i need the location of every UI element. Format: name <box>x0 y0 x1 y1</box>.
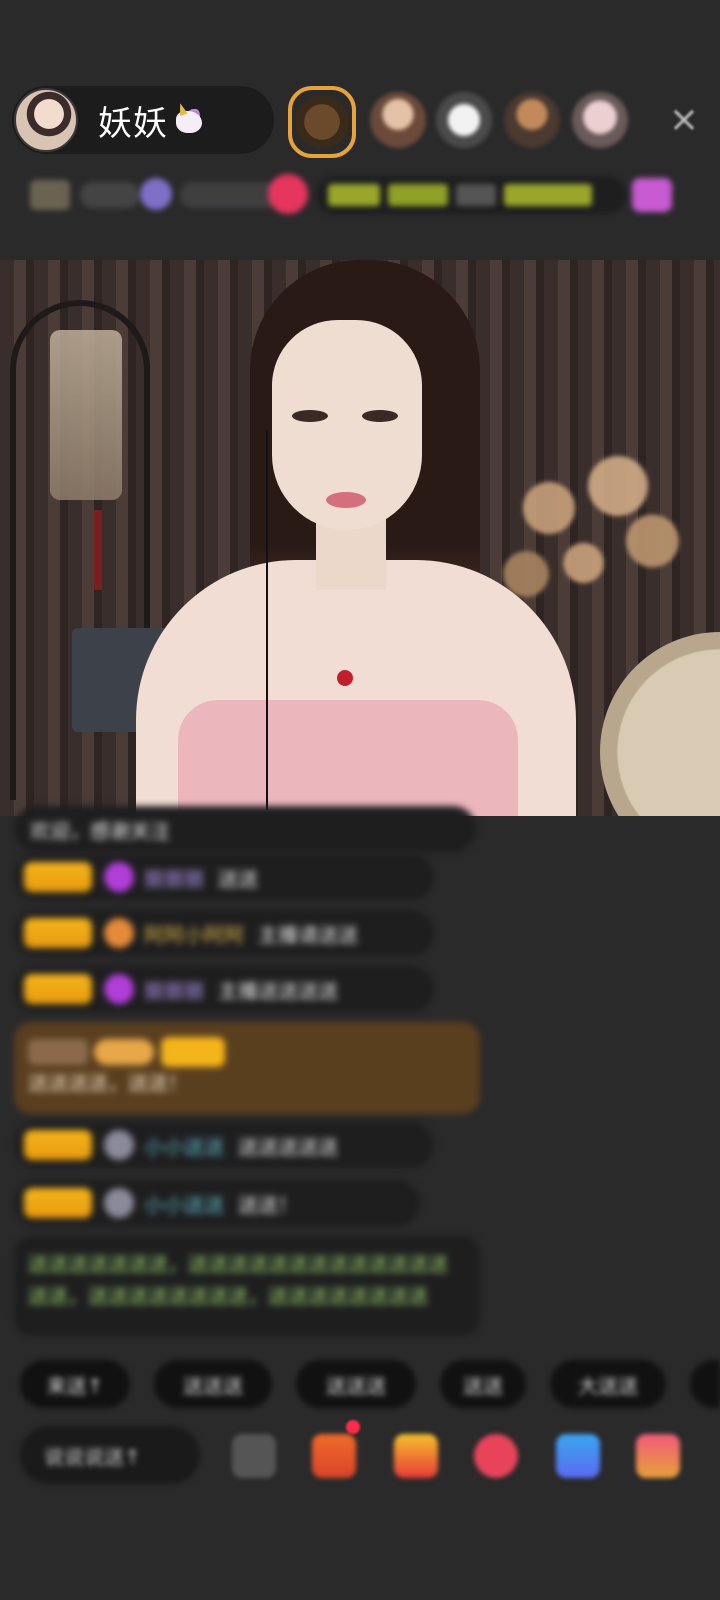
fan-badge[interactable] <box>24 918 92 948</box>
diamond-icon <box>104 974 134 1004</box>
fan-badge[interactable] <box>160 1036 225 1067</box>
highlight-message: 送送送送，送送！ <box>14 1022 480 1114</box>
chat-username[interactable]: 小小送送 <box>144 1189 224 1218</box>
chat-message: 丽丽丽 送送 <box>14 854 434 900</box>
fan-badge[interactable] <box>24 862 92 892</box>
noble-badge <box>94 1038 155 1065</box>
notice-text: 送送送送送送送，送送送送送送送送送送送送送送送，送送送送送送送送，送送送送送送送… <box>28 1252 448 1308</box>
host-avatar[interactable] <box>14 88 78 152</box>
chat-message-text: 送送送送送 <box>238 1134 338 1159</box>
gift-box-icon[interactable] <box>312 1434 356 1478</box>
rabbit-icon <box>104 1188 134 1218</box>
lantern-tassel <box>94 510 102 590</box>
fan-badge[interactable] <box>24 974 92 1004</box>
more-icon[interactable] <box>232 1434 276 1478</box>
quick-reply-chip[interactable]: 送送 <box>440 1360 526 1408</box>
close-icon[interactable]: × <box>666 102 702 138</box>
live-video[interactable] <box>0 260 720 816</box>
chat-message-text: 送送 <box>218 866 258 891</box>
streamer-eye-right <box>362 410 398 422</box>
paper-umbrella <box>600 632 720 816</box>
chat-message-text: 主播送送送送 <box>218 978 338 1003</box>
activity-tag-4 <box>504 184 592 206</box>
chat-message: 阿阿小阿阿 主播请送送 <box>14 910 434 956</box>
chat-message: 小小送送 送送送送送 <box>14 1122 434 1168</box>
quick-reply-chip-overflow[interactable] <box>690 1360 720 1408</box>
fan-badge[interactable] <box>24 1130 92 1160</box>
rank-icon[interactable] <box>140 178 172 210</box>
viewer-avatar-2[interactable] <box>370 92 426 148</box>
comment-input-placeholder: 说说说送↑ <box>44 1444 141 1469</box>
vip-badge <box>28 1038 88 1065</box>
quick-reply-chip[interactable]: 大送送 <box>550 1360 666 1408</box>
host-name: 妖妖 <box>98 103 168 144</box>
chat-message-text: 主播请送送 <box>258 922 358 947</box>
lantern <box>50 330 122 500</box>
viewer-avatar-3[interactable] <box>436 92 492 148</box>
quick-reply-chip[interactable]: 送送送 <box>296 1360 416 1408</box>
game-icon[interactable] <box>556 1434 600 1478</box>
chat-username[interactable]: 阿阿小阿阿 <box>144 919 244 948</box>
pink-dress <box>178 700 518 816</box>
quick-reply-chip[interactable]: 送送送 <box>154 1360 272 1408</box>
fan-badge[interactable] <box>24 1188 92 1218</box>
chat-username[interactable]: 小小送送 <box>144 1131 224 1160</box>
gift-icon[interactable] <box>636 1434 680 1478</box>
comment-input[interactable]: 说说说送↑ <box>20 1426 200 1484</box>
chat-message: 丽丽丽 主播送送送送 <box>14 966 434 1012</box>
unicorn-icon <box>172 102 206 137</box>
chat-username[interactable]: 丽丽丽 <box>144 975 204 1004</box>
room-badge-strip <box>20 172 700 218</box>
treasure-icon[interactable] <box>394 1434 438 1478</box>
activity-tag-2 <box>388 184 448 206</box>
activity-tag-1 <box>328 184 380 206</box>
notification-dot <box>346 1420 360 1434</box>
viewer-avatar-5[interactable] <box>572 92 628 148</box>
follow-icon[interactable] <box>268 174 308 214</box>
room-notice: 送送送送送送送，送送送送送送送送送送送送送送送，送送送送送送送送，送送送送送送送… <box>14 1236 480 1336</box>
streamer-eye-left <box>292 410 328 422</box>
rank-label <box>180 182 280 208</box>
chat-message: 小小送送 送送！ <box>14 1180 420 1226</box>
quick-reply-chip[interactable]: 来送↑ <box>20 1360 130 1408</box>
chat-message-text: 欢迎，感谢关注 <box>30 818 170 843</box>
gift-box-icon[interactable] <box>632 178 672 212</box>
rabbit-icon <box>104 1130 134 1160</box>
earphone-cable <box>266 430 268 810</box>
viewer-avatar-4[interactable] <box>504 92 560 148</box>
chat-username[interactable]: 丽丽丽 <box>144 863 204 892</box>
room-label <box>80 182 140 208</box>
necklace-pendant <box>337 670 353 686</box>
level-badge[interactable] <box>30 180 70 210</box>
viewer-avatar-1[interactable] <box>288 86 356 158</box>
chat-message-text: 送送送送，送送！ <box>28 1070 188 1095</box>
chat-message-text: 送送！ <box>238 1192 298 1217</box>
host-info-pill[interactable]: 妖妖 <box>12 86 274 154</box>
activity-tag-3 <box>456 184 496 206</box>
diamond-icon <box>104 862 134 892</box>
fire-icon <box>104 918 134 948</box>
heart-gift-icon[interactable] <box>474 1434 518 1478</box>
chat-message: 欢迎，感谢关注 <box>14 806 476 852</box>
streamer-lips <box>326 492 366 508</box>
